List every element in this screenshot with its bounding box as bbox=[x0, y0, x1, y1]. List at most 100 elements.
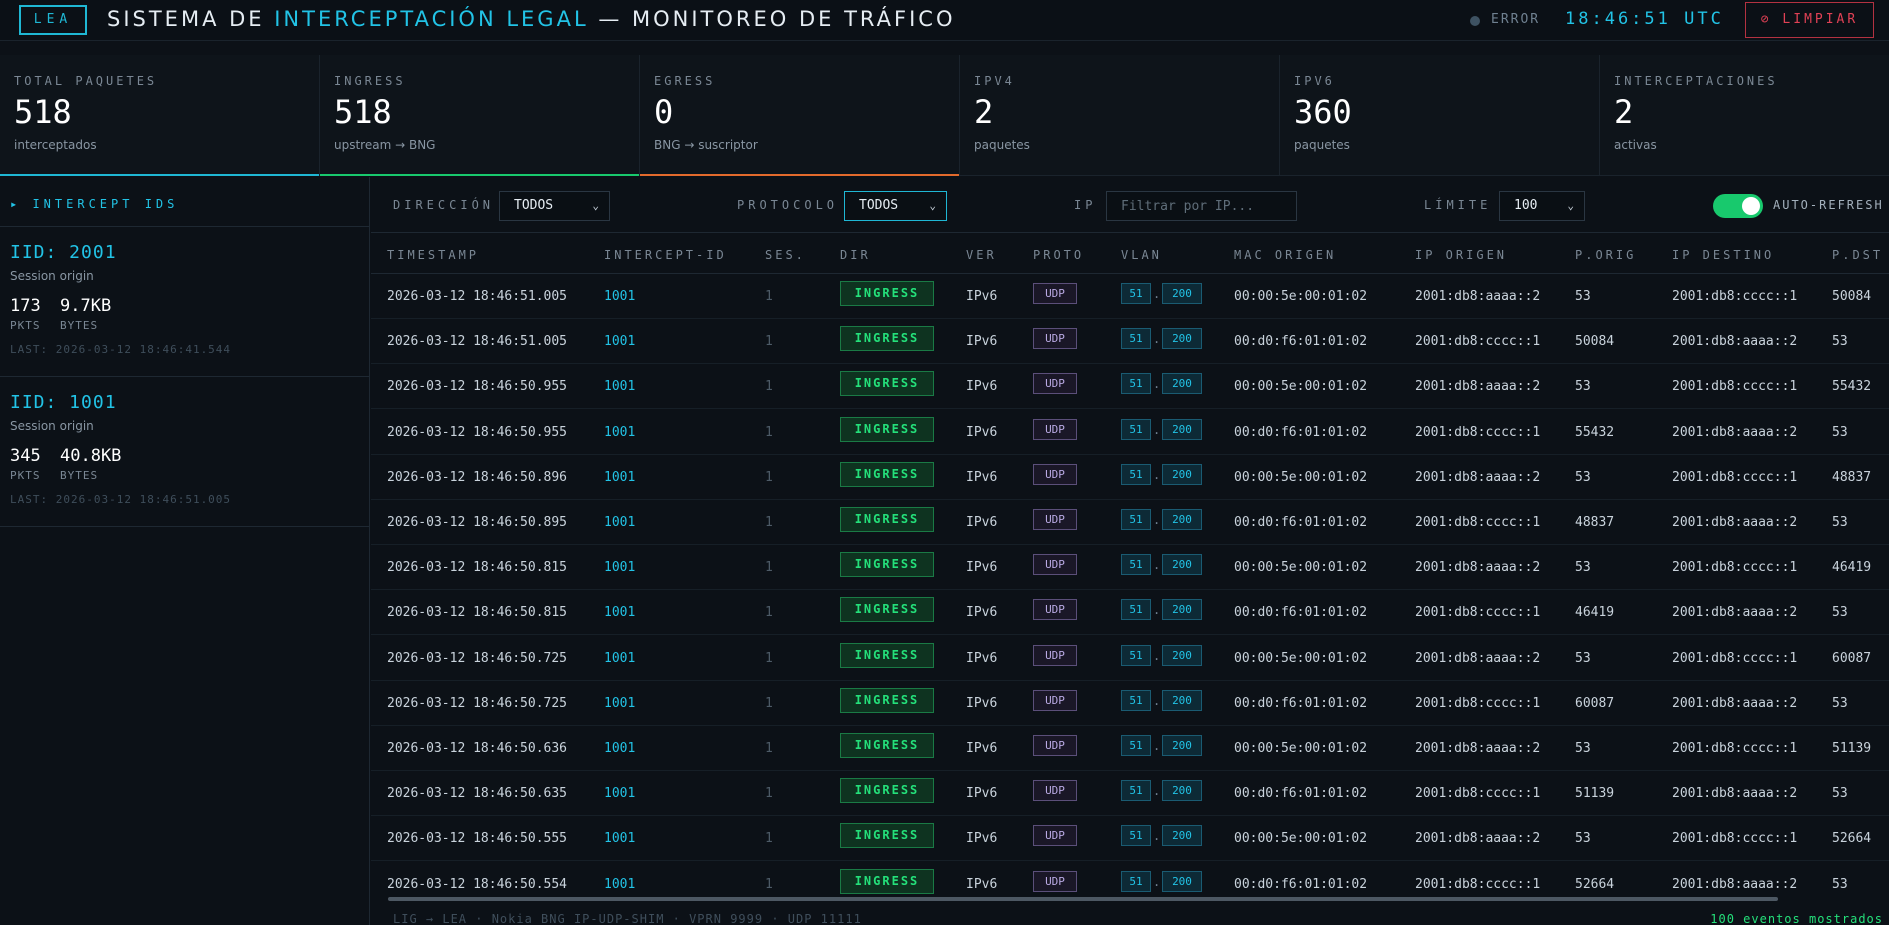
column-header[interactable]: VER bbox=[966, 248, 997, 262]
direction-badge: INGRESS bbox=[840, 461, 934, 487]
vlan-separator: . bbox=[1153, 829, 1161, 844]
cell-ip-destination: 2001:db8:cccc::1 bbox=[1672, 379, 1798, 395]
cell-ip-source: 2001:db8:aaaa::2 bbox=[1415, 289, 1541, 304]
protocol-badge: UDP bbox=[1033, 825, 1077, 847]
column-header[interactable]: P.DST bbox=[1832, 248, 1883, 262]
cell-intercept-id[interactable]: 1001 bbox=[604, 425, 635, 440]
column-header[interactable]: DIR bbox=[840, 248, 871, 262]
horizontal-scrollbar[interactable] bbox=[388, 897, 1778, 901]
cell-mac-source: 00:d0:f6:01:01:02 bbox=[1234, 515, 1368, 530]
table-row[interactable]: 2026-03-12 18:46:51.005 1001 1 INGRESS IPv6 U… bbox=[371, 274, 1889, 319]
vlan-outer-badge: 51 bbox=[1121, 509, 1151, 530]
table-row[interactable]: 2026-03-12 18:46:50.636 1001 1 INGRESS IPv6 U… bbox=[371, 726, 1889, 771]
table-row[interactable]: 2026-03-12 18:46:50.725 1001 1 INGRESS IPv6 U… bbox=[371, 681, 1889, 726]
column-header[interactable]: P.ORIG bbox=[1575, 248, 1636, 262]
cell-ip-version: IPv6 bbox=[966, 515, 998, 530]
table-row[interactable]: 2026-03-12 18:46:50.555 1001 1 INGRESS IPv6 U… bbox=[371, 816, 1889, 862]
cell-intercept-id[interactable]: 1001 bbox=[604, 560, 635, 575]
column-header[interactable]: INTERCEPT-ID bbox=[604, 248, 727, 262]
auto-refresh-toggle[interactable] bbox=[1713, 194, 1763, 218]
stat-card: TOTAL PAQUETES 518 interceptados bbox=[0, 55, 320, 176]
cell-port-destination: 50084 bbox=[1832, 289, 1872, 304]
table-row[interactable]: 2026-03-12 18:46:50.635 1001 1 INGRESS IPv6 U… bbox=[371, 771, 1889, 817]
cell-ip-source: 2001:db8:aaaa::2 bbox=[1415, 379, 1541, 395]
cell-ip-destination: 2001:db8:aaaa::2 bbox=[1672, 424, 1798, 440]
packet-unit: PKTS bbox=[10, 319, 41, 332]
table-row[interactable]: 2026-03-12 18:46:50.955 1001 1 INGRESS IPv6 U… bbox=[371, 410, 1889, 455]
cell-intercept-id[interactable]: 1001 bbox=[604, 379, 635, 394]
cell-ip-version: IPv6 bbox=[966, 650, 998, 666]
table-row[interactable]: 2026-03-12 18:46:50.955 1001 1 INGRESS IPv6 U… bbox=[371, 364, 1889, 410]
cell-intercept-id[interactable]: 1001 bbox=[604, 470, 635, 485]
cell-timestamp: 2026-03-12 18:46:50.955 bbox=[387, 379, 568, 395]
table-row[interactable]: 2026-03-12 18:46:50.815 1001 1 INGRESS IPv6 U… bbox=[371, 545, 1889, 591]
last-seen: LAST: 2026-03-12 18:46:51.005 bbox=[10, 493, 232, 506]
cell-intercept-id[interactable]: 1001 bbox=[604, 651, 635, 666]
vlan-separator: . bbox=[1153, 603, 1161, 618]
table-row[interactable]: 2026-03-12 18:46:50.896 1001 1 INGRESS IPv6 U… bbox=[371, 455, 1889, 500]
ip-filter-input[interactable] bbox=[1106, 191, 1297, 221]
cell-intercept-id[interactable]: 1001 bbox=[604, 786, 635, 801]
clear-button[interactable]: ⊘ LIMPIAR bbox=[1745, 2, 1874, 38]
vlan-outer-badge: 51 bbox=[1121, 689, 1151, 711]
title-highlight: INTERCEPTACIÓN LEGAL bbox=[274, 7, 589, 31]
column-header[interactable]: PROTO bbox=[1033, 248, 1084, 262]
vlan-inner-badge: 200 bbox=[1162, 599, 1202, 621]
table-row[interactable]: 2026-03-12 18:46:50.895 1001 1 INGRESS IPv6 U… bbox=[371, 500, 1889, 545]
table-header: TIMESTAMP INTERCEPT-ID SES. DIR VER PROTO VLAN… bbox=[371, 234, 1889, 274]
column-header[interactable]: VLAN bbox=[1121, 248, 1162, 262]
cell-session: 1 bbox=[765, 560, 773, 576]
cell-session: 1 bbox=[765, 831, 773, 847]
limit-label: LÍMITE bbox=[1424, 198, 1492, 212]
cell-ip-destination: 2001:db8:aaaa::2 bbox=[1672, 695, 1798, 711]
table-row[interactable]: 2026-03-12 18:46:51.005 1001 1 INGRESS IPv6 U… bbox=[371, 319, 1889, 365]
cell-ip-version: IPv6 bbox=[966, 334, 998, 350]
protocol-select[interactable]: TODOS ⌄ bbox=[844, 191, 947, 221]
column-header[interactable]: IP DESTINO bbox=[1672, 248, 1774, 262]
cell-session: 1 bbox=[765, 605, 773, 621]
cell-intercept-id[interactable]: 1001 bbox=[604, 831, 635, 846]
cell-intercept-id[interactable]: 1001 bbox=[604, 877, 635, 892]
vlan-separator: . bbox=[1153, 377, 1161, 392]
direction-badge: INGRESS bbox=[840, 868, 934, 894]
limit-select[interactable]: 100 ⌄ bbox=[1499, 191, 1585, 221]
table-row[interactable]: 2026-03-12 18:46:50.554 1001 1 INGRESS IPv6 U… bbox=[371, 862, 1889, 902]
column-header[interactable]: MAC ORIGEN bbox=[1234, 248, 1336, 262]
cell-timestamp: 2026-03-12 18:46:50.635 bbox=[387, 786, 568, 802]
vlan-separator: . bbox=[1153, 874, 1161, 889]
cell-ip-version: IPv6 bbox=[966, 289, 998, 304]
events-table: TIMESTAMP INTERCEPT-ID SES. DIR VER PROTO VLAN… bbox=[371, 234, 1889, 902]
cell-mac-source: 00:00:5e:00:01:02 bbox=[1234, 379, 1368, 395]
cell-ip-source: 2001:db8:aaaa::2 bbox=[1415, 469, 1541, 485]
intercept-card[interactable]: IID: 1001 Session origin 345 40.8KB PKTS BYTE… bbox=[0, 377, 369, 527]
cell-ip-source: 2001:db8:cccc::1 bbox=[1415, 876, 1541, 892]
packet-count: 345 bbox=[10, 446, 41, 466]
stat-label: INGRESS bbox=[334, 74, 406, 88]
protocol-badge: UDP bbox=[1033, 328, 1077, 350]
packet-unit: PKTS bbox=[10, 469, 41, 482]
cell-intercept-id[interactable]: 1001 bbox=[604, 334, 635, 349]
cell-ip-source: 2001:db8:cccc::1 bbox=[1415, 424, 1541, 440]
table-row[interactable]: 2026-03-12 18:46:50.725 1001 1 INGRESS IPv6 U… bbox=[371, 636, 1889, 681]
direction-badge: INGRESS bbox=[840, 687, 934, 713]
protocol-badge: UDP bbox=[1033, 373, 1077, 395]
cell-intercept-id[interactable]: 1001 bbox=[604, 696, 635, 711]
cell-ip-version: IPv6 bbox=[966, 741, 998, 756]
cell-intercept-id[interactable]: 1001 bbox=[604, 515, 635, 530]
cell-intercept-id[interactable]: 1001 bbox=[604, 605, 635, 620]
cell-intercept-id[interactable]: 1001 bbox=[604, 289, 635, 304]
cell-ip-destination: 2001:db8:aaaa::2 bbox=[1672, 334, 1798, 350]
vlan-separator: . bbox=[1153, 739, 1161, 753]
vlan-outer-badge: 51 bbox=[1121, 644, 1151, 666]
direction-select[interactable]: TODOS ⌄ bbox=[499, 191, 610, 221]
column-header[interactable]: SES. bbox=[765, 248, 806, 262]
column-header[interactable]: TIMESTAMP bbox=[387, 248, 479, 262]
column-header[interactable]: IP ORIGEN bbox=[1415, 248, 1507, 262]
direction-badge: INGRESS bbox=[840, 281, 934, 306]
cell-ip-version: IPv6 bbox=[966, 876, 998, 892]
cell-intercept-id[interactable]: 1001 bbox=[604, 741, 635, 756]
intercept-card[interactable]: IID: 2001 Session origin 173 9.7KB PKTS BYTES… bbox=[0, 227, 369, 377]
table-row[interactable]: 2026-03-12 18:46:50.815 1001 1 INGRESS IPv6 U… bbox=[371, 590, 1889, 636]
chevron-down-icon: ⌄ bbox=[929, 199, 936, 212]
stat-accent-bar bbox=[0, 174, 319, 176]
